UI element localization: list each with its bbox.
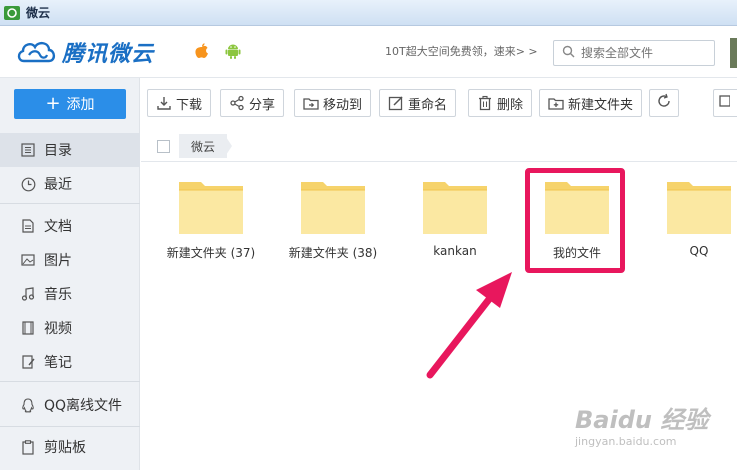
watermark-main: Baidu 经验	[575, 406, 709, 434]
watermark-sub: jingyan.baidu.com	[575, 435, 677, 448]
baidu-watermark: Baidu 经验 jingyan.baidu.com	[575, 400, 708, 448]
